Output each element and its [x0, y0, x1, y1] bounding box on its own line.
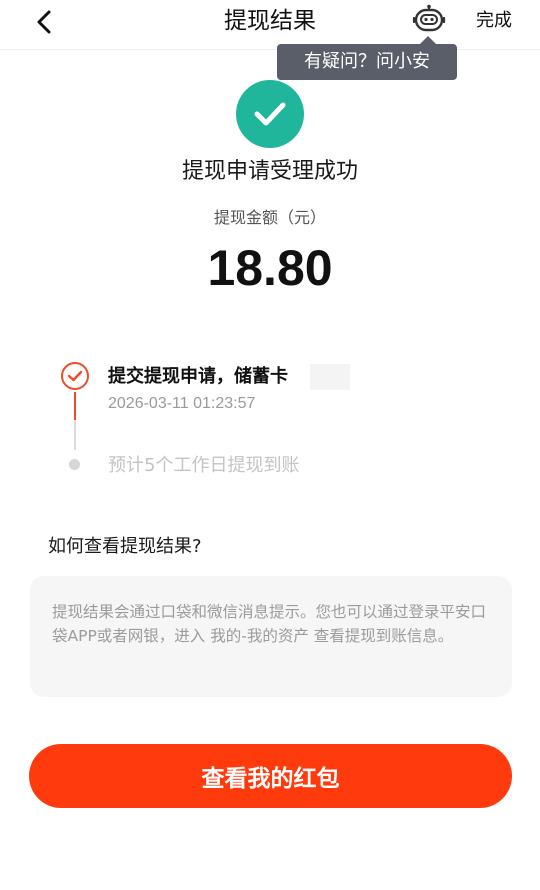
timeline-step-submitted: 提交提现申请，储蓄卡 — [108, 366, 288, 387]
step-done-check-icon — [61, 362, 89, 390]
amount-label: 提现金额（元） — [213, 208, 326, 227]
assistant-tooltip[interactable]: 有疑问？问小安 — [277, 36, 457, 80]
status-title: 提现申请受理成功 — [181, 159, 358, 184]
robot-icon — [412, 4, 446, 38]
check-circle-icon — [236, 80, 304, 148]
timeline-connector-pending — [74, 420, 76, 450]
page-title: 提现结果 — [224, 8, 316, 34]
timeline-step-submitted-time: 2026-03-11 01:23:57 — [108, 395, 256, 412]
step-pending-dot-icon — [69, 459, 80, 470]
masked-card-number — [310, 364, 350, 390]
navigation-bar: 提现结果 完成 — [0, 0, 540, 50]
done-button[interactable]: 完成 — [476, 9, 512, 33]
view-red-packet-button[interactable]: 查看我的红包 — [29, 744, 512, 808]
assistant-button[interactable] — [410, 4, 448, 38]
withdrawal-result-page: 提现结果 完成 有疑问？问小安 提现申请受理成功 提现金额（元） 18.80 提… — [0, 0, 540, 890]
timeline-connector-active — [74, 392, 76, 420]
help-text: 提现结果会通过口袋和微信消息提示。您也可以通过登录平安口袋APP或者网银，进入 … — [52, 603, 487, 645]
amount-value: 18.80 — [207, 240, 333, 296]
timeline-step-estimated: 预计5个工作日提现到账 — [108, 455, 300, 476]
help-info-box: 提现结果会通过口袋和微信消息提示。您也可以通过登录平安口袋APP或者网银，进入 … — [30, 576, 512, 697]
help-title: 如何查看提现结果? — [48, 536, 202, 557]
